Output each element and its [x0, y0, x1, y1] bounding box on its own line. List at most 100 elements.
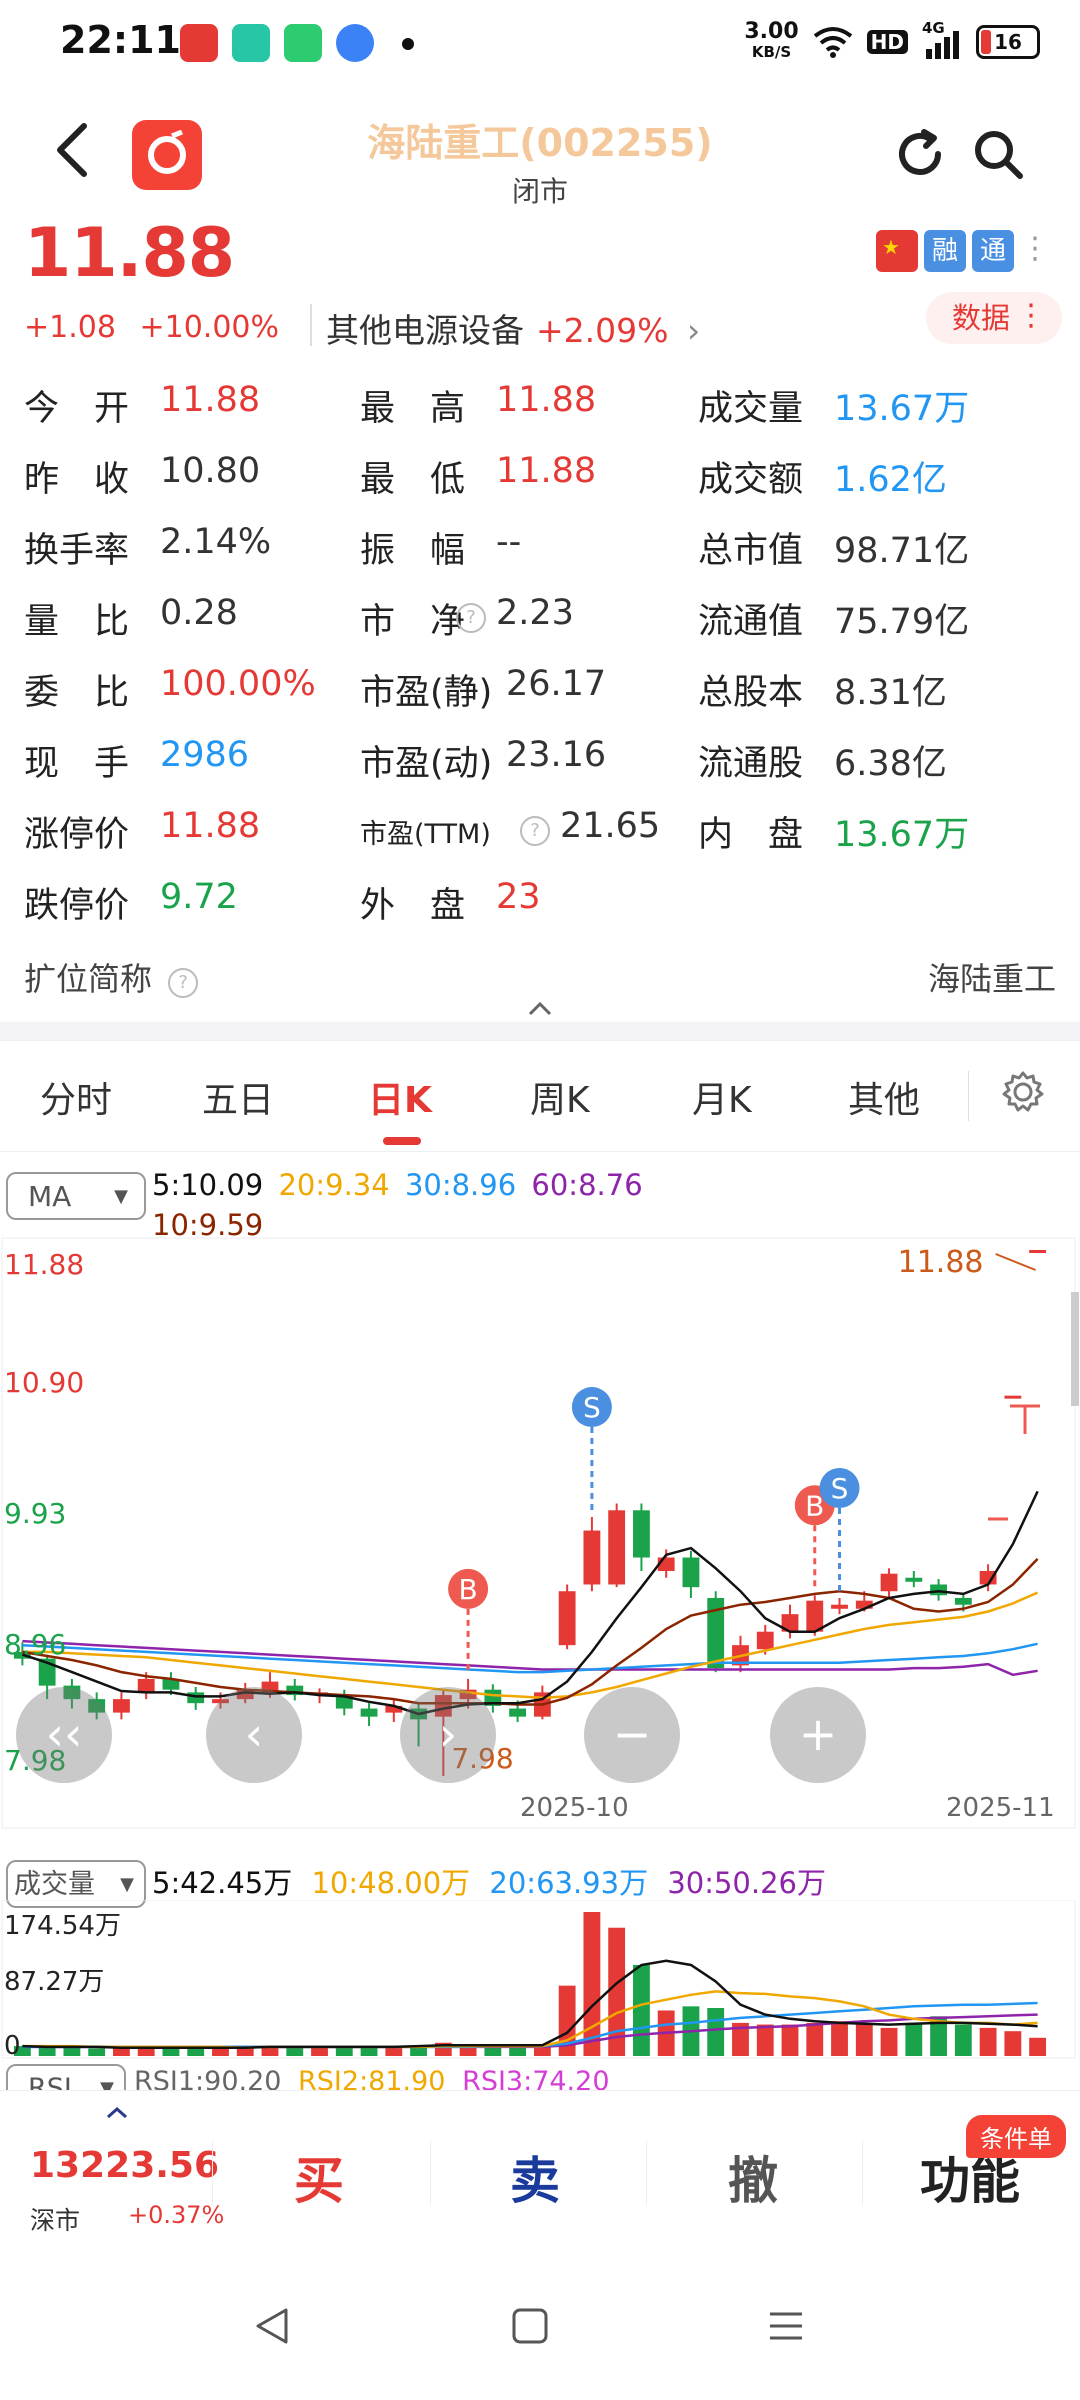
volume-bar	[954, 2024, 972, 2056]
help-icon[interactable]: ?	[456, 603, 486, 633]
index-value[interactable]: 13223.56	[30, 2145, 219, 2186]
volume-bar	[509, 2046, 527, 2056]
battery-level: 16	[994, 30, 1022, 54]
y-tick-label: 10.90	[4, 1366, 84, 1399]
badge-group: ★ 融 通 ⋮	[876, 230, 1050, 272]
svg-text:‹: ‹	[245, 1707, 263, 1761]
nav-home-icon[interactable]	[510, 2306, 550, 2346]
index-name: 深市	[30, 2206, 81, 2235]
change-amount: +1.08	[24, 310, 116, 345]
chevron-up-icon[interactable]	[104, 2105, 130, 2121]
candle-body	[187, 1692, 205, 1704]
volume-bar	[212, 2047, 229, 2056]
cancel-order-button[interactable]: 撤	[728, 2141, 778, 2213]
volume-bar	[633, 1964, 650, 2056]
stat-label: 振 幅	[360, 531, 466, 571]
candle-body	[831, 1604, 848, 1609]
connect-badge[interactable]: 通	[972, 230, 1014, 272]
candle-body	[880, 1573, 898, 1592]
stat-label: 成交量	[698, 389, 804, 429]
volume-bar	[1029, 2037, 1047, 2056]
volume-bar	[162, 2047, 180, 2056]
sell-button[interactable]: 卖	[510, 2141, 560, 2213]
stat-value: 1.62亿	[834, 460, 947, 500]
limit-up-t-marker	[1010, 1404, 1040, 1434]
tab-intraday[interactable]: 分时	[40, 1071, 112, 1123]
nav-menu-icon[interactable]	[766, 2306, 806, 2346]
volume-bar	[187, 2048, 205, 2056]
pan-left-icon[interactable]: ‹	[206, 1687, 302, 1783]
stat-label: 总市值	[698, 531, 804, 571]
volume-bar	[1004, 2031, 1022, 2056]
refresh-icon[interactable]	[890, 124, 950, 184]
tab-weekly-k[interactable]: 周K	[530, 1071, 590, 1123]
volume-bar	[38, 2047, 56, 2056]
more-vertical-icon[interactable]: ⋮	[1020, 230, 1050, 272]
stat-label: 委 比	[24, 673, 130, 713]
candle-body	[137, 1678, 155, 1693]
chevron-up-icon[interactable]	[526, 1000, 554, 1018]
volume-bar	[360, 2046, 378, 2056]
svg-text:+: +	[799, 1707, 838, 1761]
search-icon[interactable]	[968, 124, 1028, 184]
ma30-value: 30:8.96	[404, 1168, 517, 1202]
stat-value: 2.23	[496, 593, 574, 633]
browser-app-icon	[336, 24, 374, 62]
data-button[interactable]: 数据 ⋮	[926, 292, 1062, 344]
plus-icon[interactable]: +	[770, 1687, 866, 1783]
candlestick-chart[interactable]: 11.8810.909.938.967.982025-102025-117.98…	[0, 1236, 1080, 1844]
help-icon[interactable]: ?	[168, 968, 199, 998]
more-vertical-icon: ⋮	[1016, 298, 1046, 333]
candle-body	[558, 1591, 576, 1646]
volume-bar	[88, 2048, 106, 2056]
sector-link[interactable]: 其他电源设备 +2.09% ›	[312, 304, 700, 352]
candle-body	[930, 1584, 947, 1596]
stat-label: 换手率	[24, 531, 130, 571]
china-flag-icon: ★	[876, 230, 918, 272]
tab-other[interactable]: 其他	[848, 1071, 920, 1123]
net-speed-value: 3.00	[744, 19, 799, 44]
stat-label: 成交额	[698, 460, 804, 500]
indicator-selector[interactable]: MA ▼	[6, 1172, 146, 1220]
svg-text:−: −	[613, 1707, 652, 1761]
stat-label: 市盈(动)	[360, 744, 493, 784]
vol-ma10-value: 10:48.00万	[311, 1866, 471, 1900]
stat-value: 75.79亿	[834, 602, 970, 642]
system-nav-bar	[0, 2270, 1080, 2400]
vol-ma20-value: 20:63.93万	[489, 1866, 649, 1900]
bar-divider	[646, 2141, 647, 2205]
zoom-out-icon[interactable]: ‹‹	[16, 1687, 112, 1783]
tab-five-day[interactable]: 五日	[202, 1071, 274, 1123]
buy-button[interactable]: 买	[294, 2141, 344, 2213]
margin-badge[interactable]: 融	[924, 230, 966, 272]
bar-divider	[430, 2141, 431, 2205]
status-bar: 22:11 3.00 KB/S HD 4G 16	[0, 0, 1080, 86]
bar-divider	[212, 2141, 213, 2205]
nav-back-icon[interactable]	[250, 2304, 294, 2348]
ma60-value: 60:8.76	[531, 1168, 643, 1202]
wifi-icon	[813, 27, 852, 58]
minus-icon[interactable]: −	[584, 1687, 680, 1783]
volume-chart[interactable]: 174.54万 87.27万 0	[0, 1900, 1080, 2060]
condition-order-badge[interactable]: 条件单	[966, 2115, 1066, 2158]
settings-gear-icon[interactable]	[1000, 1069, 1046, 1115]
stat-value: 6.38亿	[834, 744, 947, 784]
pan-right-icon[interactable]: ›	[400, 1687, 496, 1783]
index-percent: +0.37%	[128, 2201, 225, 2229]
candle-body	[1004, 1395, 1022, 1399]
tab-daily-k[interactable]: 日K	[368, 1071, 432, 1123]
stat-label: 涨停价	[24, 815, 130, 855]
candle-body	[682, 1557, 700, 1588]
stat-value: 10.80	[160, 451, 261, 491]
tab-divider	[968, 1071, 969, 1121]
volume-bar	[880, 2027, 898, 2056]
signal-label: 4G	[922, 19, 945, 37]
stat-value: 100.00%	[160, 664, 316, 704]
signal-label: S	[583, 1391, 601, 1424]
tab-monthly-k[interactable]: 月K	[692, 1071, 752, 1123]
volume-bar	[979, 2027, 997, 2056]
stat-value: 13.67万	[834, 815, 970, 855]
help-icon[interactable]: ?	[520, 816, 550, 846]
stat-value: 2.14%	[160, 522, 272, 562]
net-speed: 3.00 KB/S	[744, 19, 799, 62]
